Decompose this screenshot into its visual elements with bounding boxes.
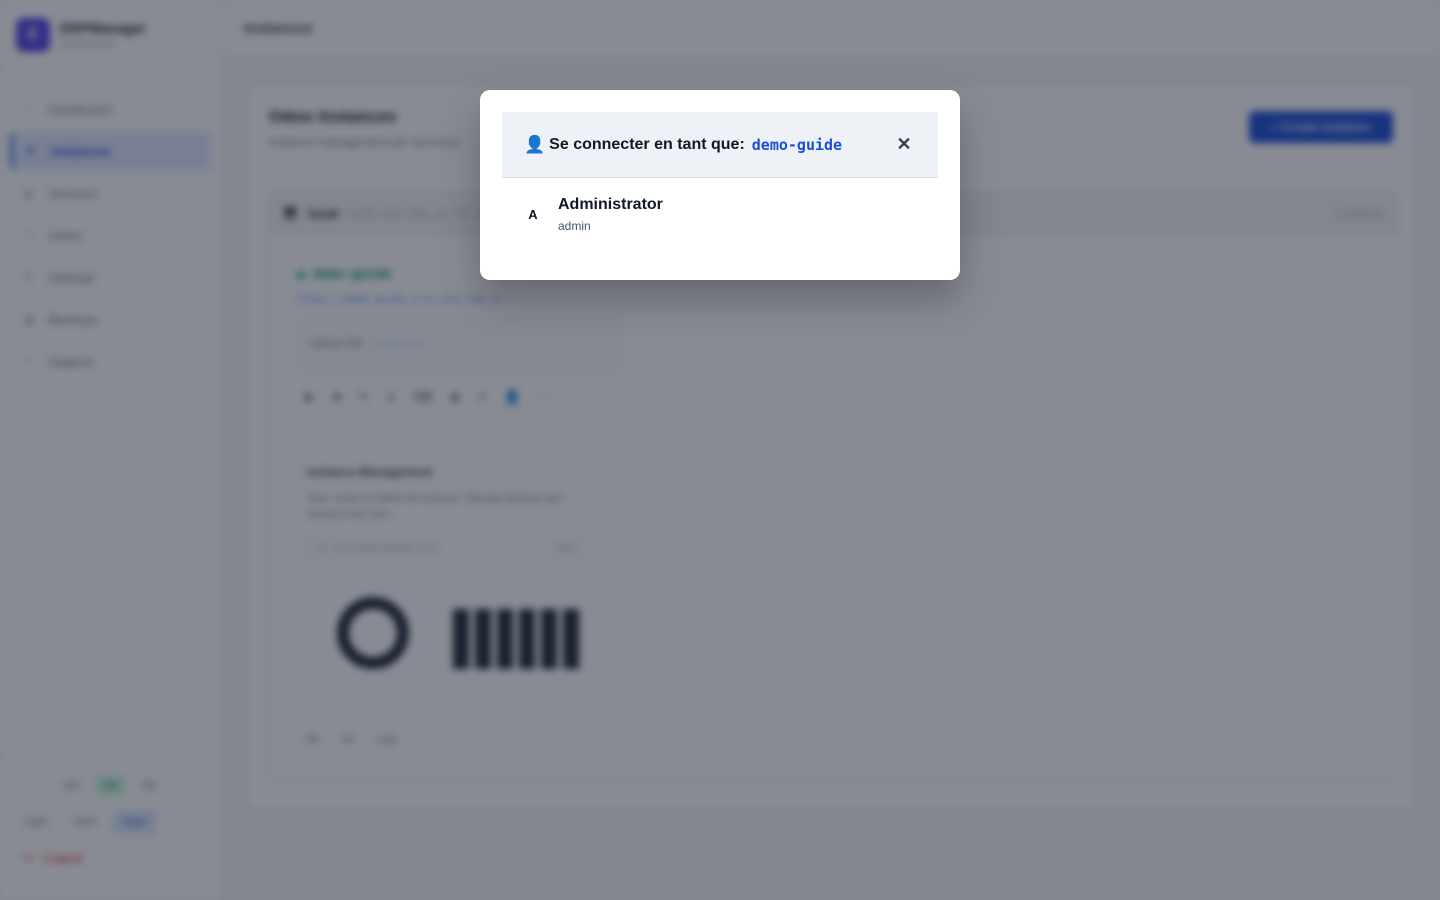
user-login: admin [558, 219, 591, 233]
dialog-instance-name: demo-guide [751, 135, 843, 154]
dialog-header: 👤 Se connecter en tant que: demo-guide ✕ [502, 112, 938, 178]
user-list-item[interactable]: A Administrator admin [502, 178, 938, 233]
dialog-title-prefix: Se connecter en tant que: [549, 135, 745, 153]
login-as-dialog: 👤 Se connecter en tant que: demo-guide ✕… [480, 90, 960, 280]
user-name: Administrator [558, 196, 663, 213]
dialog-title: 👤 Se connecter en tant que: demo-guide [524, 135, 842, 155]
user-icon: 👤 [524, 134, 546, 154]
close-button[interactable]: ✕ [892, 133, 916, 157]
close-icon: ✕ [896, 134, 912, 154]
avatar: A [528, 207, 538, 222]
